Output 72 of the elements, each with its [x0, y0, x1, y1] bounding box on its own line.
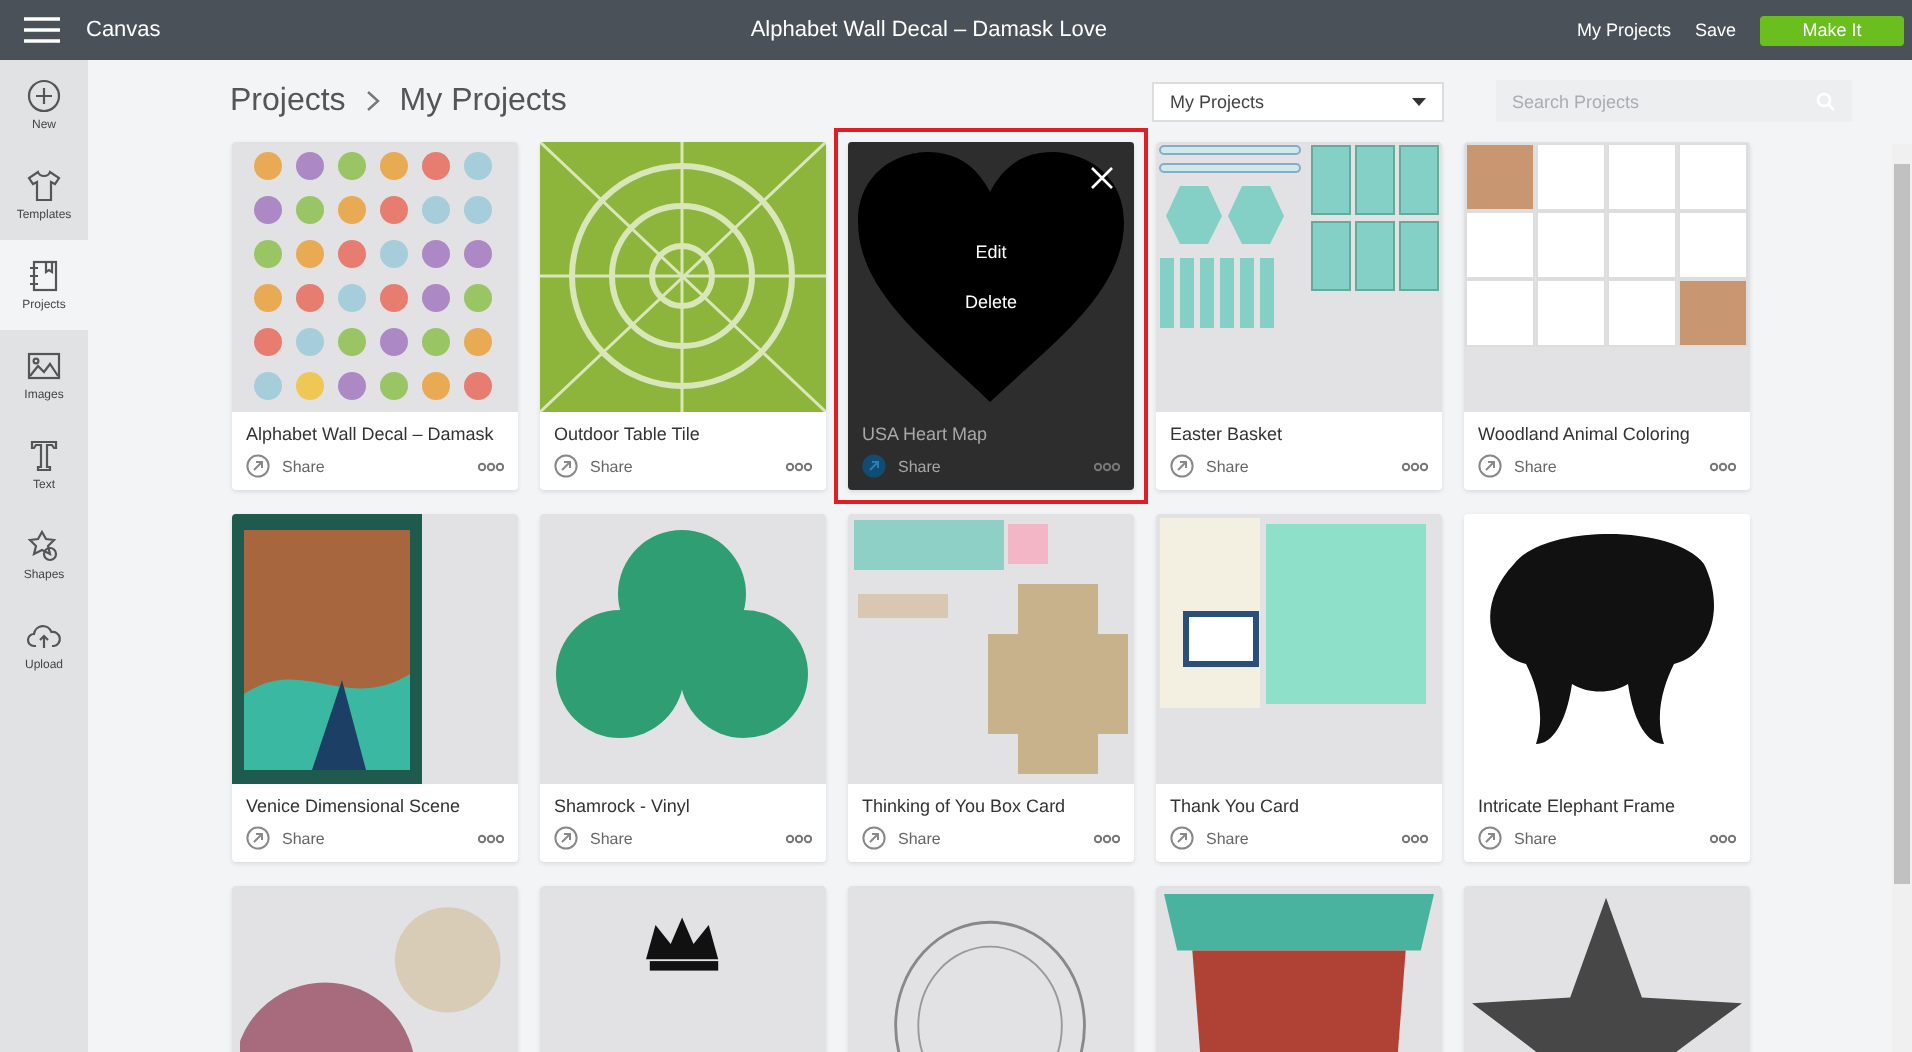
search-field[interactable]: Search Projects: [1496, 80, 1852, 122]
crown-artwork: [645, 914, 721, 974]
more-icon[interactable]: [478, 833, 504, 843]
more-icon[interactable]: [1402, 833, 1428, 843]
more-icon[interactable]: [1094, 461, 1120, 471]
share-link[interactable]: Share: [554, 826, 633, 850]
project-title: Thank You Card: [1170, 796, 1302, 816]
share-link[interactable]: Share: [1170, 454, 1249, 478]
project-title: Alphabet Wall Decal – Damask: [246, 424, 496, 444]
project-title: Intricate Elephant Frame: [1478, 796, 1678, 816]
shapes-icon: [26, 528, 62, 564]
share-icon: [1170, 454, 1194, 478]
search-input[interactable]: Search Projects: [1496, 89, 1800, 113]
plus-icon: [26, 78, 62, 114]
more-icon[interactable]: [1710, 833, 1736, 843]
share-link[interactable]: Share: [1170, 826, 1249, 850]
more-icon[interactable]: [786, 461, 812, 471]
share-icon: [1478, 454, 1502, 478]
project-title: Alphabet Wall Decal – Damask Love: [748, 18, 1109, 42]
menu-icon[interactable]: [24, 16, 60, 44]
share-icon: [554, 826, 578, 850]
chevron-icon: [365, 85, 380, 117]
top-link[interactable]: Save: [1694, 20, 1736, 40]
project-card[interactable]: Shamrock - Vinyl Share: [540, 514, 826, 862]
delete-button[interactable]: Delete: [931, 290, 1051, 314]
project-title: Woodland Animal Coloring: [1478, 424, 1692, 444]
breadcrumb-link[interactable]: Projects: [230, 83, 346, 119]
share-link[interactable]: Share: [1478, 826, 1557, 850]
app-name: Canvas: [86, 18, 161, 42]
project-card[interactable]: Woodland Animal Coloring Share: [1464, 142, 1750, 490]
project-card[interactable]: Alphabet Wall Decal – Damask Share: [232, 142, 518, 490]
share-link[interactable]: Share: [862, 454, 941, 478]
share-icon: [554, 454, 578, 478]
project-title: Shamrock - Vinyl: [554, 796, 692, 816]
close-icon[interactable]: [1090, 166, 1114, 190]
scrollbar[interactable]: [1892, 144, 1912, 1052]
share-link[interactable]: Share: [554, 454, 633, 478]
share-link[interactable]: Share: [246, 826, 325, 850]
edit-button[interactable]: Edit: [931, 240, 1051, 264]
share-icon: [246, 826, 270, 850]
project-card[interactable]: Easter Basket Share: [1156, 142, 1442, 490]
project-title: Easter Basket: [1170, 424, 1285, 444]
caret-icon: [1412, 97, 1426, 105]
more-icon[interactable]: [1402, 461, 1428, 471]
top-link[interactable]: My Projects: [1576, 20, 1671, 40]
project-card[interactable]: Intricate Elephant Frame Share: [1464, 514, 1750, 862]
breadcrumb-current: My Projects: [399, 83, 567, 119]
project-card[interactable]: Thank You Card Share: [1156, 514, 1442, 862]
shirt-icon: [26, 168, 62, 204]
share-icon: [862, 454, 886, 478]
project-filter-dropdown[interactable]: My Projects: [1152, 81, 1444, 121]
project-title: Venice Dimensional Scene: [246, 796, 463, 816]
share-link[interactable]: Share: [862, 826, 941, 850]
project-card[interactable]: Venice Dimensional Scene Share: [232, 514, 518, 862]
project-title: Outdoor Table Tile: [554, 424, 702, 444]
notebook-icon: [26, 258, 62, 294]
more-icon[interactable]: [1710, 461, 1736, 471]
more-icon[interactable]: [1094, 833, 1120, 843]
image-icon: [26, 348, 62, 384]
project-title: Thinking of You Box Card: [862, 796, 1068, 816]
share-icon: [1478, 826, 1502, 850]
share-icon: [246, 454, 270, 478]
more-icon[interactable]: [786, 833, 812, 843]
share-link[interactable]: Share: [246, 454, 325, 478]
share-icon: [862, 826, 886, 850]
project-card[interactable]: Outdoor Table Tile Share: [540, 142, 826, 490]
share-link[interactable]: Share: [1478, 454, 1557, 478]
project-title: USA Heart Map: [862, 424, 990, 444]
text-icon: [26, 438, 62, 474]
share-icon: [1170, 826, 1194, 850]
more-icon[interactable]: [478, 461, 504, 471]
project-card[interactable]: Thinking of You Box Card Share: [848, 514, 1134, 862]
